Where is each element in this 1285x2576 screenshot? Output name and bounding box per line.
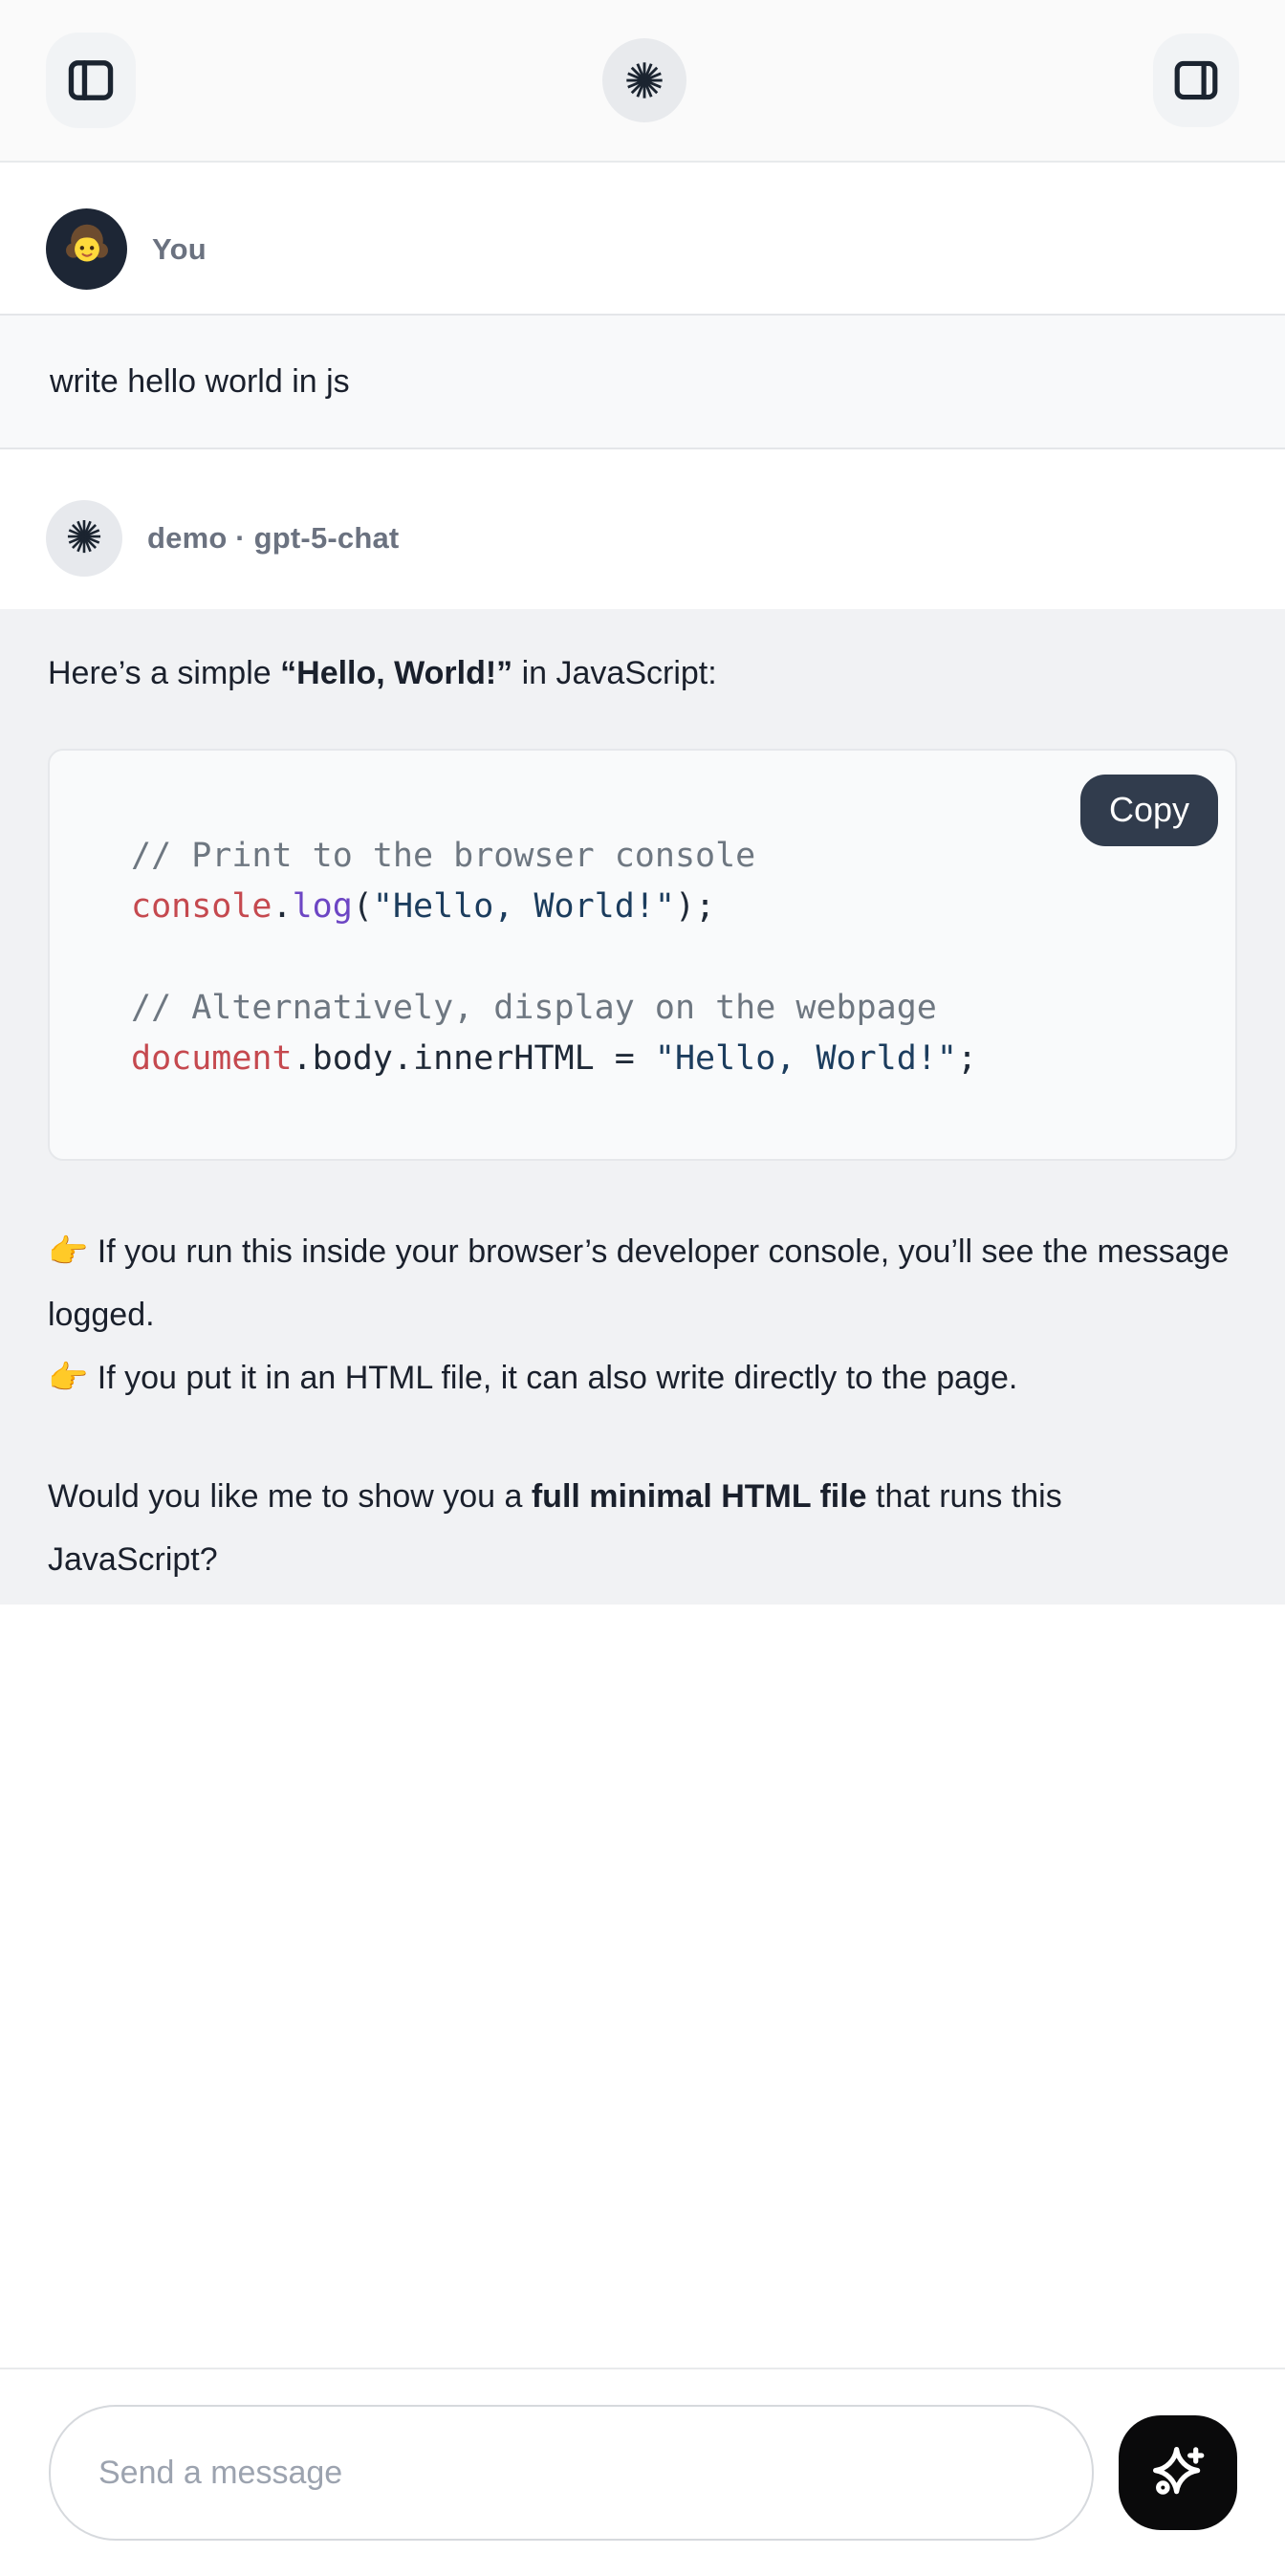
user-message-text: write hello world in js <box>50 363 350 401</box>
model-logo-button[interactable] <box>602 38 686 122</box>
copy-button[interactable]: Copy <box>1080 775 1218 846</box>
sparkles-icon <box>1146 2440 1209 2506</box>
assistant-sender-name: demo · gpt-5-chat <box>147 521 399 556</box>
user-message-bubble: write hello world in js <box>0 314 1285 449</box>
code-token: document <box>131 1039 293 1078</box>
code-block: // Print to the browser console console.… <box>50 751 1235 1159</box>
assistant-paragraphs: 👉 If you run this inside your browser’s … <box>48 1220 1237 1591</box>
text: 👉 If you run this inside your browser’s … <box>48 1233 1230 1333</box>
composer-bar <box>0 2368 1285 2576</box>
code-token: ( <box>353 887 373 926</box>
assistant-message-body: Here’s a simple “Hello, World!” in JavaS… <box>0 609 1285 1605</box>
assistant-paragraph: Would you like me to show you a full min… <box>48 1465 1237 1591</box>
code-token: ); <box>675 887 715 926</box>
assistant-avatar <box>46 500 122 577</box>
assistant-intro: Here’s a simple “Hello, World!” in JavaS… <box>48 651 1237 695</box>
assistant-message-header: demo · gpt-5-chat <box>0 449 1285 609</box>
bold-text: full minimal HTML file <box>532 1478 867 1515</box>
chat-empty-space <box>0 1605 1285 2368</box>
person-emoji-icon <box>57 217 117 281</box>
code-token: ; <box>957 1039 977 1078</box>
user-sender-name: You <box>152 232 207 267</box>
text: Would you like me to show you a <box>48 1478 532 1515</box>
starburst-icon <box>64 516 104 561</box>
user-message-header: You <box>0 163 1285 314</box>
text: in JavaScript: <box>512 655 717 691</box>
right-panel-toggle-button[interactable] <box>1153 33 1239 127</box>
text: 👉 If you put it in an HTML file, it can … <box>48 1360 1017 1396</box>
message-input[interactable] <box>49 2405 1094 2541</box>
code-token: log <box>293 887 353 926</box>
code-token: . <box>272 887 293 926</box>
panel-left-icon <box>64 54 118 107</box>
panel-right-icon <box>1170 55 1222 106</box>
text: Here’s a simple <box>48 655 280 691</box>
top-bar <box>0 0 1285 163</box>
user-avatar <box>46 208 127 290</box>
assistant-paragraph: 👉 If you run this inside your browser’s … <box>48 1220 1237 1409</box>
code-token: "Hello, World!" <box>655 1039 957 1078</box>
code-block-card: Copy // Print to the browser console con… <box>48 749 1237 1161</box>
code-token: "Hello, World!" <box>373 887 675 926</box>
sidebar-toggle-button[interactable] <box>46 33 136 128</box>
bold-text: “Hello, World!” <box>280 655 512 691</box>
code-token: // Alternatively, display on the webpage <box>131 989 937 1027</box>
code-token: console <box>131 887 272 926</box>
code-token: .body.innerHTML = <box>293 1039 655 1078</box>
starburst-icon <box>622 58 666 102</box>
code-token: // Print to the browser console <box>131 837 755 875</box>
send-button[interactable] <box>1119 2415 1237 2530</box>
